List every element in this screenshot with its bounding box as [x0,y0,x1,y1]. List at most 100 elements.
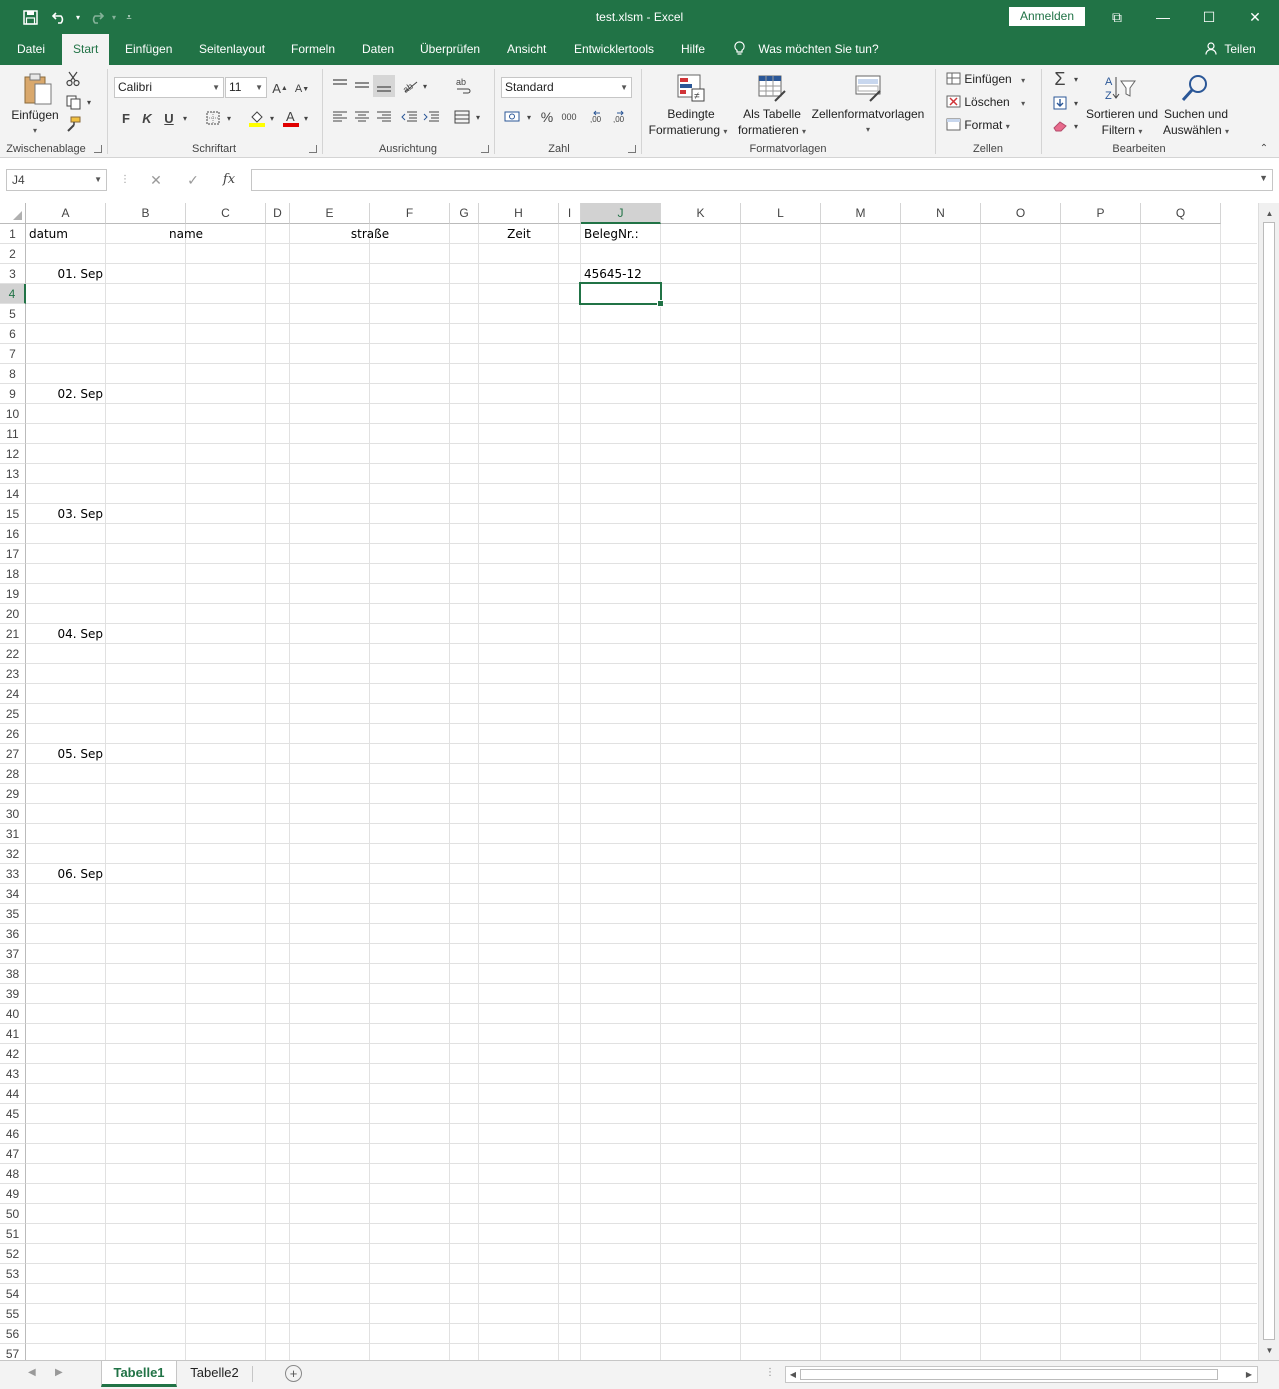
cell-a27[interactable]: 05. Sep [26,744,106,764]
prev-sheet-icon[interactable]: ◀ [28,1367,36,1378]
cell-a9[interactable]: 02. Sep [26,384,106,404]
row-header[interactable]: 37 [0,944,26,964]
row-header[interactable]: 45 [0,1104,26,1124]
scroll-up-icon[interactable]: ▲ [1261,205,1278,222]
maximize-icon[interactable]: ☐ [1186,2,1232,32]
row-header[interactable]: 30 [0,804,26,824]
row-header[interactable]: 17 [0,544,26,564]
row-header[interactable]: 13 [0,464,26,484]
increase-decimal-icon[interactable]: ,00 [588,107,610,127]
vertical-scroll-thumb[interactable] [1263,222,1275,1340]
row-header[interactable]: 39 [0,984,26,1004]
row-header[interactable]: 8 [0,364,26,384]
column-header-a[interactable]: A [26,203,106,224]
orientation-icon[interactable]: ab [399,75,421,97]
fill-color-dropdown-icon[interactable]: ▾ [267,108,277,128]
fill-icon[interactable] [1050,93,1070,113]
sort-filter-label1[interactable]: Sortieren und [1080,106,1164,122]
borders-icon[interactable] [203,108,223,128]
row-header[interactable]: 42 [0,1044,26,1064]
align-left-icon[interactable] [330,107,350,127]
row-header[interactable]: 3 [0,264,26,284]
tab-ueberpruefen[interactable]: Überprüfen [409,34,491,65]
column-header-q[interactable]: Q [1141,203,1221,224]
row-header[interactable]: 27 [0,744,26,764]
row-header[interactable]: 51 [0,1224,26,1244]
borders-dropdown-icon[interactable]: ▾ [224,108,234,128]
cell-a33[interactable]: 06. Sep [26,864,106,884]
row-header[interactable]: 12 [0,444,26,464]
decrease-indent-icon[interactable] [399,107,419,127]
italic-button[interactable]: K [139,108,155,128]
close-icon[interactable]: ✕ [1232,2,1278,32]
row-header[interactable]: 20 [0,604,26,624]
format-painter-icon[interactable] [64,115,82,133]
column-header-c[interactable]: C [186,203,266,224]
column-header-p[interactable]: P [1061,203,1141,224]
row-header[interactable]: 15 [0,504,26,524]
row-header[interactable]: 43 [0,1064,26,1084]
font-family-select[interactable]: Calibri ▼ [114,77,224,98]
tab-split-grip-icon[interactable]: ⋮ [765,1367,775,1378]
column-header-k[interactable]: K [661,203,741,224]
align-right-icon[interactable] [374,107,394,127]
row-header[interactable]: 29 [0,784,26,804]
row-header[interactable]: 54 [0,1284,26,1304]
cell-a1[interactable]: datum [26,224,106,244]
find-select-button[interactable]: Auswählen ▾ [1156,122,1236,140]
add-sheet-icon[interactable]: + [285,1365,302,1382]
cut-icon[interactable] [64,70,82,88]
sort-filter-button[interactable]: Filtern ▾ [1080,122,1164,140]
align-center-icon[interactable] [352,107,372,127]
merge-center-icon[interactable] [451,107,473,127]
column-header-n[interactable]: N [901,203,981,224]
wrap-text-icon[interactable]: ab [452,75,474,97]
percent-button[interactable]: % [538,107,556,127]
conditional-formatting-button[interactable]: Formatierung ▾ [646,122,730,140]
ribbon-display-icon[interactable]: ⧉ [1094,2,1140,32]
row-header[interactable]: 32 [0,844,26,864]
tab-entwicklertools[interactable]: Entwicklertools [563,34,665,65]
row-header[interactable]: 25 [0,704,26,724]
scroll-right-icon[interactable]: ▶ [1242,1366,1256,1383]
next-sheet-icon[interactable]: ▶ [55,1367,63,1378]
row-header[interactable]: 10 [0,404,26,424]
clear-icon[interactable] [1050,116,1070,136]
bold-button[interactable]: F [118,108,134,128]
row-header[interactable]: 4 [0,284,26,304]
row-header[interactable]: 22 [0,644,26,664]
format-as-table-button[interactable]: formatieren ▾ [730,122,814,140]
underline-button[interactable]: U [161,108,177,128]
collapse-ribbon-icon[interactable]: ⌃ [1256,141,1272,155]
paste-icon[interactable] [20,71,56,107]
tab-seitenlayout[interactable]: Seitenlayout [188,34,276,65]
align-top-icon[interactable] [330,75,350,95]
row-header[interactable]: 23 [0,664,26,684]
copy-icon[interactable] [64,93,82,111]
row-header[interactable]: 41 [0,1024,26,1044]
vertical-scrollbar[interactable]: ▲ ▼ [1258,203,1279,1360]
row-header[interactable]: 19 [0,584,26,604]
align-middle-icon[interactable] [352,75,372,95]
horizontal-scrollbar[interactable]: ◀ ▶ [785,1366,1258,1383]
row-header[interactable]: 52 [0,1244,26,1264]
row-header[interactable]: 16 [0,524,26,544]
row-header[interactable]: 1 [0,224,26,244]
insert-cells-button[interactable]: Einfügen ▾ [946,72,1025,86]
delete-cells-button[interactable]: Löschen ▾ [946,95,1025,109]
tab-hilfe[interactable]: Hilfe [670,34,716,65]
sheet-tab-tabelle1[interactable]: Tabelle1 [101,1361,177,1387]
minimize-icon[interactable]: — [1140,2,1186,32]
cell-a3[interactable]: 01. Sep [26,264,106,284]
cancel-icon[interactable]: ✕ [146,169,166,191]
autosum-icon[interactable]: Σ [1050,69,1070,89]
sort-filter-icon[interactable]: AZ [1102,71,1138,105]
insert-function-icon[interactable]: fx [219,169,239,191]
signin-button[interactable]: Anmelden [1009,7,1085,26]
row-header[interactable]: 31 [0,824,26,844]
find-select-icon[interactable] [1178,71,1212,105]
row-header[interactable]: 55 [0,1304,26,1324]
column-header-j[interactable]: J [581,203,661,224]
expand-formula-icon[interactable]: ▼ [1259,173,1268,183]
row-header[interactable]: 6 [0,324,26,344]
